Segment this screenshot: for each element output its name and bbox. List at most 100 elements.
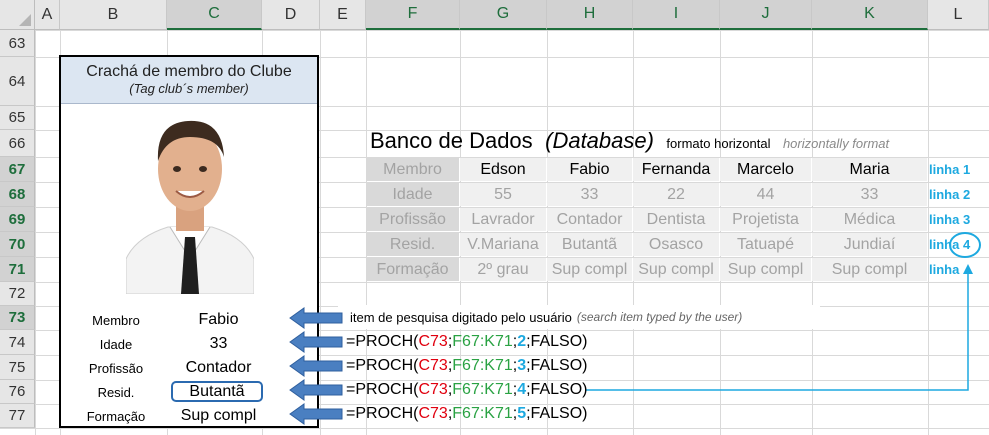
member-badge: Crachá de membro do Clube (Tag club´s me… [59,55,319,428]
row-header-70[interactable]: 70 [0,232,35,257]
db-cell[interactable]: V.Mariana [460,233,546,256]
grid-line [0,30,989,31]
column-header-g[interactable]: G [460,0,547,30]
column-header-i[interactable]: I [633,0,720,30]
row-header-66[interactable]: 66 [0,130,35,157]
db-cell[interactable]: Médica [812,208,927,231]
row-header-75[interactable]: 75 [0,355,35,380]
badge-label-membro: Membro [92,312,140,328]
db-cell[interactable]: Tatuapé [720,233,811,256]
db-cell[interactable]: Sup compl [812,258,927,281]
row-header-76[interactable]: 76 [0,380,35,404]
badge-title: Crachá de membro do Clube [86,63,292,80]
column-header-c[interactable]: C [167,0,262,30]
db-cell[interactable]: Edson [460,158,546,181]
linha-tag: linha 1 [929,162,971,177]
formula-profissao[interactable]: =PROCH(C73;F67:K71;3;FALSO) [346,357,587,375]
badge-value-profissao[interactable]: Contador [171,356,266,380]
db-cell[interactable]: Sup compl [720,258,811,281]
row-header-71[interactable]: 71 [0,257,35,282]
row-header-67[interactable]: 67 [0,157,35,182]
db-cell[interactable]: Butantã [547,233,632,256]
db-cell[interactable]: Marcelo [720,158,811,181]
row-header-77[interactable]: 77 [0,404,35,428]
grid-line [35,0,36,435]
db-cell[interactable]: Sup compl [547,258,632,281]
row-header-73[interactable]: 73 [0,306,35,330]
db-cell[interactable]: Fabio [547,158,632,181]
search-note: item de pesquisa digitado pelo usuário (… [338,305,820,329]
arrows-group [289,307,343,425]
search-note-text: item de pesquisa digitado pelo usuário [350,309,572,325]
linha-tag: linha 2 [929,187,971,202]
arrow-left-icon [289,403,343,425]
row-header-68[interactable]: 68 [0,182,35,207]
db-cell[interactable]: Osasco [633,233,719,256]
badge-value-membro[interactable]: Fabio [171,308,266,332]
db-cell[interactable]: Fernanda [633,158,719,181]
db-cell[interactable]: Sup compl [633,258,719,281]
database-note: formato horizontal [666,136,771,151]
column-header-d[interactable]: D [262,0,320,30]
badge-value-idade[interactable]: 33 [171,332,266,356]
db-cell[interactable]: Contador [547,208,632,231]
row-header-72[interactable]: 72 [0,282,35,306]
column-header-k[interactable]: K [812,0,928,30]
column-header-h[interactable]: H [547,0,633,30]
db-label: Resid. [366,233,459,256]
row-header-74[interactable]: 74 [0,330,35,355]
column-header-a[interactable]: A [35,0,60,30]
column-header-l[interactable]: L [928,0,989,30]
db-cell[interactable]: Lavrador [460,208,546,231]
badge-label-idade: Idade [99,336,133,352]
arrow-left-icon [289,307,343,329]
db-cell[interactable]: Maria [812,158,927,181]
badge-label-formacao: Formação [86,408,146,424]
formula-resid[interactable]: =PROCH(C73;F67:K71;4;FALSO) [346,381,587,399]
arrow-left-icon [289,331,343,353]
arrow-left-icon [289,355,343,377]
row-header-64[interactable]: 64 [0,57,35,106]
grid-line [0,428,989,429]
database-title-italic: (Database) [545,128,654,153]
db-cell[interactable]: 44 [720,183,811,206]
linha-tag: linha 3 [929,212,971,227]
badge-subtitle: (Tag club´s member) [129,81,249,96]
linha-tag: linha 4 [929,237,971,252]
db-label: Membro [366,158,459,181]
db-cell[interactable]: 55 [460,183,546,206]
db-label: Profissão [366,208,459,231]
row-header-69[interactable]: 69 [0,207,35,232]
db-label: Formação [366,258,459,281]
column-header-e[interactable]: E [320,0,366,30]
linha4-connector [586,272,969,391]
db-label: Idade [366,183,459,206]
column-header-b[interactable]: B [60,0,167,30]
formula-idade[interactable]: =PROCH(C73;F67:K71;2;FALSO) [346,333,587,351]
badge-label-resid: Resid. [97,384,135,400]
select-all-corner[interactable] [0,0,35,30]
member-photo [126,120,254,294]
db-cell[interactable]: 33 [812,183,927,206]
search-note-italic: (search item typed by the user) [576,310,743,324]
formula-formacao[interactable]: =PROCH(C73;F67:K71;5;FALSO) [346,405,587,423]
db-cell[interactable]: 22 [633,183,719,206]
database-title-line: Banco de Dados (Database) formato horizo… [370,128,889,154]
db-cell[interactable]: Projetista [720,208,811,231]
db-cell[interactable]: Jundiaí [812,233,927,256]
badge-value-formacao[interactable]: Sup compl [171,404,266,428]
db-cell[interactable]: Dentista [633,208,719,231]
db-cell[interactable]: 33 [547,183,632,206]
row-header-63[interactable]: 63 [0,30,35,57]
column-header-f[interactable]: F [366,0,460,30]
database-title: Banco de Dados [370,128,533,153]
database-note-italic: horizontally format [782,136,890,151]
column-header-j[interactable]: J [720,0,812,30]
badge-value-resid[interactable]: Butantã [171,381,263,402]
linha-tag: linha [929,262,960,277]
badge-label-profissao: Profissão [88,360,144,376]
arrow-left-icon [289,379,343,401]
db-cell[interactable]: 2º grau [460,258,546,281]
row-header-65[interactable]: 65 [0,106,35,130]
badge-header: Crachá de membro do Clube (Tag club´s me… [61,57,317,104]
